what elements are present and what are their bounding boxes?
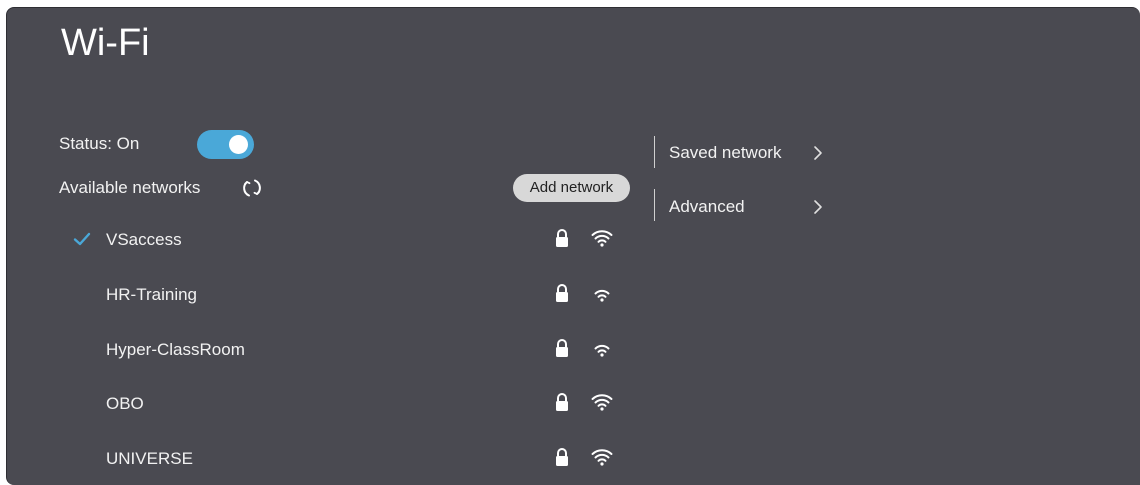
lock-icon xyxy=(556,448,568,466)
wifi-signal-weak-icon xyxy=(594,344,610,357)
add-network-button[interactable]: Add network xyxy=(513,174,630,202)
network-name: OBO xyxy=(106,394,144,413)
network-row[interactable]: UNIVERSE xyxy=(7,439,647,479)
available-networks-label: Available networks xyxy=(59,178,201,197)
advanced-item[interactable]: Advanced xyxy=(655,190,835,224)
network-name: UNIVERSE xyxy=(106,449,193,468)
wifi-settings-panel: Wi-Fi Status: On Available networks Add … xyxy=(6,7,1140,485)
chevron-right-icon xyxy=(814,146,822,160)
chevron-right-icon xyxy=(814,200,822,214)
network-row[interactable]: Hyper-ClassRoom xyxy=(7,330,647,370)
advanced-label: Advanced xyxy=(669,197,745,216)
lock-icon xyxy=(556,229,568,247)
wifi-toggle[interactable] xyxy=(197,130,254,159)
wifi-signal-full-icon xyxy=(591,394,613,411)
page-title: Wi-Fi xyxy=(61,22,150,64)
network-row[interactable]: HR-Training xyxy=(7,275,647,315)
toggle-knob xyxy=(229,135,248,154)
network-name: HR-Training xyxy=(106,285,198,304)
network-name: Hyper-ClassRoom xyxy=(106,340,245,359)
lock-icon xyxy=(556,339,568,357)
network-row[interactable]: OBO xyxy=(7,384,647,424)
network-name: VSaccess xyxy=(106,230,182,249)
refresh-icon[interactable] xyxy=(241,177,263,199)
wifi-signal-full-icon xyxy=(591,449,613,466)
wifi-signal-weak-icon xyxy=(594,289,610,302)
lock-icon xyxy=(556,284,568,302)
wifi-signal-full-icon xyxy=(591,230,613,247)
checkmark-icon xyxy=(73,232,91,246)
status-label: Status: On xyxy=(59,134,140,153)
saved-network-label: Saved network xyxy=(669,143,782,162)
network-row[interactable]: VSaccess xyxy=(7,220,647,260)
saved-network-item[interactable]: Saved network xyxy=(655,136,835,170)
lock-icon xyxy=(556,393,568,411)
